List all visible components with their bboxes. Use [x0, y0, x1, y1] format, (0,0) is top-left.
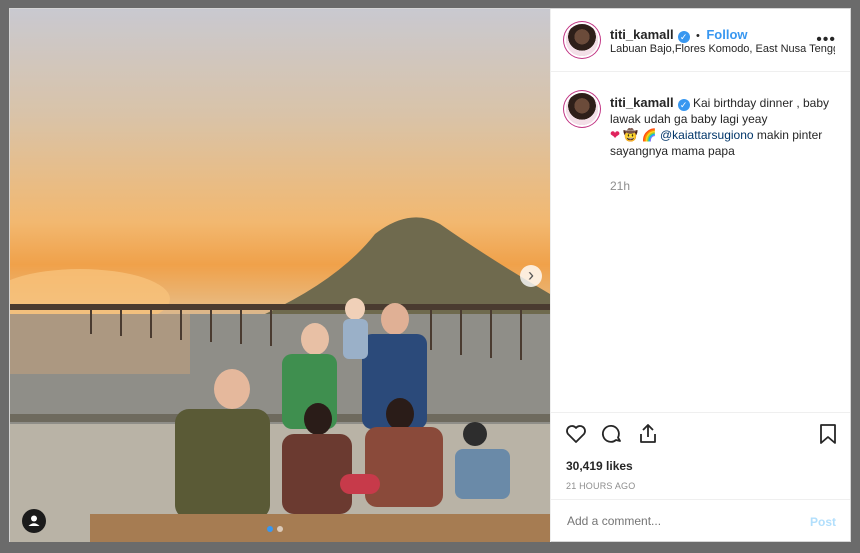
- post-photo[interactable]: ›: [10, 9, 550, 542]
- rainbow-emoji-icon: 🌈: [641, 128, 657, 142]
- cowboy-emoji-icon: 🤠: [623, 128, 639, 142]
- user-tag-icon: [28, 515, 40, 526]
- header-separator: •: [696, 30, 700, 42]
- bookmark-icon: [820, 424, 836, 444]
- post-side-panel: titi_kamall ✓ • Follow Labuan Bajo,Flores…: [550, 9, 850, 542]
- caption-username[interactable]: titi_kamall: [610, 95, 674, 110]
- comment-input[interactable]: [565, 513, 789, 529]
- tagged-users-button[interactable]: [22, 509, 46, 533]
- chevron-right-icon: ›: [528, 265, 534, 285]
- carousel-dot-active: [267, 526, 273, 532]
- caption-avatar[interactable]: [566, 93, 598, 125]
- save-button[interactable]: [816, 422, 840, 446]
- carousel-next-button[interactable]: ›: [520, 265, 542, 287]
- heart-emoji-icon: ❤: [610, 128, 621, 142]
- caption-age[interactable]: 21h: [610, 179, 630, 193]
- caption-mention-link[interactable]: @kaiattarsugiono: [660, 128, 754, 142]
- verified-badge-icon: ✓: [677, 99, 690, 111]
- post-header: titi_kamall ✓ • Follow Labuan Bajo,Flores…: [551, 9, 850, 72]
- author-username[interactable]: titi_kamall: [610, 27, 674, 42]
- post-comment-button[interactable]: Post: [810, 515, 836, 529]
- comment-icon: [602, 424, 621, 443]
- like-count[interactable]: 30,419 likes: [566, 459, 633, 473]
- verified-badge-icon: ✓: [677, 31, 690, 43]
- caption-block: titi_kamall ✓ Kai birthday dinner , baby …: [551, 71, 850, 411]
- heart-icon: [566, 425, 586, 443]
- carousel-dot: [277, 526, 283, 532]
- like-button[interactable]: [564, 422, 588, 446]
- comment-button[interactable]: [600, 422, 624, 446]
- post-location[interactable]: Labuan Bajo,Flores Komodo, East Nusa Ten…: [610, 43, 835, 55]
- carousel-indicators: [267, 526, 283, 532]
- follow-button[interactable]: Follow: [706, 27, 747, 42]
- author-avatar[interactable]: [566, 24, 598, 56]
- comment-bar: Post: [551, 499, 850, 544]
- action-bar: 30,419 likes 21 HOURS AGO Post: [551, 412, 850, 543]
- post-timestamp: 21 HOURS AGO: [566, 481, 636, 491]
- beach-dinner-photo: [10, 217, 550, 542]
- post-modal: › titi_kamall ✓ • Follow Labuan Bajo,Flor…: [9, 8, 851, 542]
- share-button[interactable]: [636, 422, 660, 446]
- share-icon: [640, 424, 656, 443]
- more-options-button[interactable]: •••: [816, 31, 836, 49]
